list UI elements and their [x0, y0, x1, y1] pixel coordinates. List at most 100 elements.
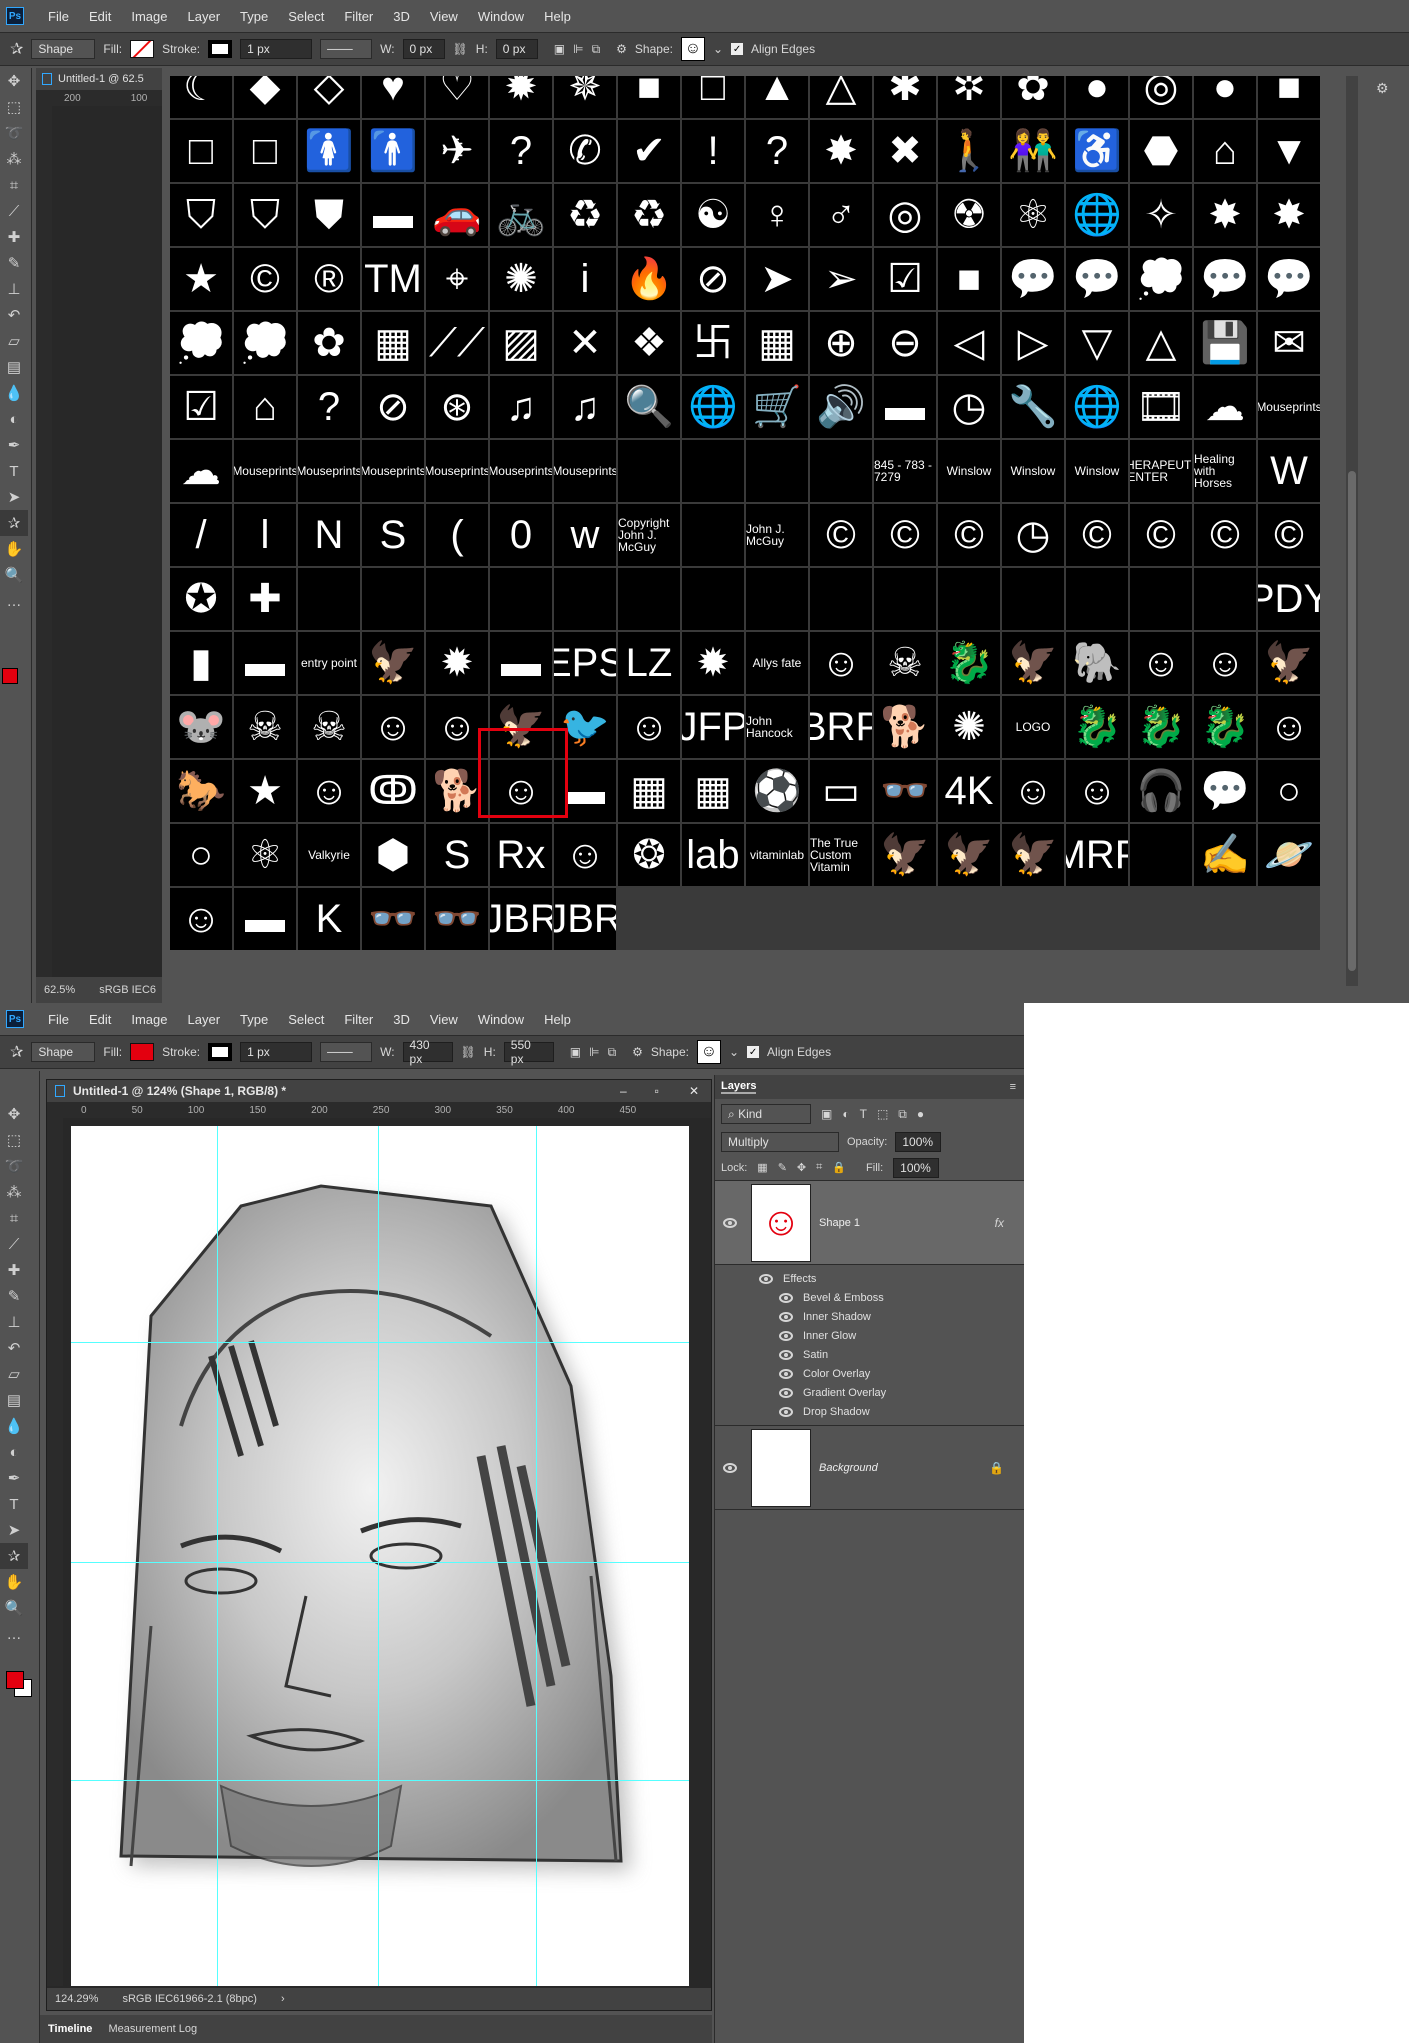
shape-picker[interactable]: ☺ — [680, 37, 705, 61]
menu-layer[interactable]: Layer — [178, 1012, 231, 1027]
shape-preset[interactable]: ▦ — [682, 760, 744, 822]
shape-preset[interactable]: ♻ — [554, 184, 616, 246]
shape-preset[interactable]: ▬ — [234, 888, 296, 950]
shape-preset[interactable]: ✈ — [426, 120, 488, 182]
shape-preset[interactable]: 💬 — [1258, 248, 1320, 310]
effect-color-overlay[interactable]: Color Overlay — [759, 1364, 1024, 1383]
menu-window[interactable]: Window — [468, 1012, 534, 1027]
stroke-width-input[interactable]: 1 px — [240, 39, 313, 59]
shape-preset[interactable]: 🚹 — [362, 120, 424, 182]
zoom-level[interactable]: 124.29% — [55, 1993, 98, 2005]
shape-preset[interactable]: ✚ — [234, 568, 296, 630]
shape-preset[interactable]: ■ — [618, 76, 680, 118]
shape-preset[interactable]: ▬ — [874, 376, 936, 438]
shape-preset[interactable] — [362, 568, 424, 630]
tool-mode-select[interactable]: Shape — [31, 39, 96, 59]
menu-edit[interactable]: Edit — [79, 1012, 121, 1027]
path-arrangement-icon[interactable]: ⧉ — [592, 42, 601, 57]
shape-preset[interactable]: ☺ — [1258, 696, 1320, 758]
height-input[interactable]: 0 px — [495, 39, 538, 59]
shape-preset[interactable]: LZ — [618, 632, 680, 694]
top-doc-tab[interactable]: Untitled-1 @ 62.5 — [36, 68, 162, 90]
healing-brush-tool-icon[interactable]: ✚ — [0, 224, 28, 250]
shape-preset[interactable]: S — [362, 504, 424, 566]
shape-preset[interactable]: ↂ — [362, 760, 424, 822]
link-icon[interactable]: ⛓ — [461, 1045, 476, 1059]
menu-select[interactable]: Select — [278, 9, 334, 24]
shape-preset[interactable]: THERAPEUTIC CENTER — [1130, 440, 1192, 502]
gear-icon[interactable]: ⚙ — [632, 1045, 643, 1059]
shape-picker-scrollbar[interactable] — [1346, 76, 1358, 986]
shape-preset[interactable]: ☢ — [938, 184, 1000, 246]
lock-all-icon[interactable]: 🔒 — [832, 1161, 846, 1174]
shape-preset[interactable]: ▦ — [618, 760, 680, 822]
pen-tool-icon[interactable]: ✒ — [0, 432, 28, 458]
guide-vertical[interactable] — [378, 1126, 379, 1986]
shape-preset[interactable]: ◎ — [1130, 76, 1192, 118]
menu-image[interactable]: Image — [121, 9, 177, 24]
path-selection-tool-icon[interactable]: ➤ — [0, 484, 28, 510]
shape-preset[interactable]: JFP — [682, 696, 744, 758]
menu-select[interactable]: Select — [278, 1012, 334, 1027]
guide-horizontal[interactable] — [71, 1780, 689, 1781]
shape-preset[interactable]: 🐘 — [1066, 632, 1128, 694]
visibility-eye-icon[interactable] — [779, 1368, 793, 1379]
shape-preset[interactable]: © — [1194, 504, 1256, 566]
eyedropper-tool-icon[interactable]: ⟋ — [0, 1231, 28, 1257]
tab-timeline[interactable]: Timeline — [48, 2023, 92, 2035]
visibility-eye-icon[interactable] — [779, 1292, 793, 1303]
shape-preset[interactable]: 🦅 — [1002, 632, 1064, 694]
menu-3d[interactable]: 3D — [383, 9, 420, 24]
menu-edit[interactable]: Edit — [79, 9, 121, 24]
shape-preset[interactable] — [874, 568, 936, 630]
shape-preset[interactable]: 🌐 — [1066, 376, 1128, 438]
shape-preset[interactable]: ⚽ — [746, 760, 808, 822]
crop-tool-icon[interactable]: ⌗ — [0, 1205, 28, 1231]
custom-shape-tool-icon[interactable]: ✰ — [10, 1042, 23, 1062]
shape-preset[interactable]: ■ — [938, 248, 1000, 310]
shape-preset[interactable]: ☺ — [170, 888, 232, 950]
align-edges-checkbox[interactable]: ✓ — [747, 1046, 760, 1058]
shape-preset[interactable]: ⌖ — [426, 248, 488, 310]
shape-preset[interactable]: Mouseprints — [554, 440, 616, 502]
effect-inner-shadow[interactable]: Inner Shadow — [759, 1307, 1024, 1326]
clone-stamp-tool-icon[interactable]: ⊥ — [0, 1309, 28, 1335]
shape-preset[interactable]: 🎞 — [1130, 376, 1192, 438]
brush-tool-icon[interactable]: ✎ — [0, 250, 28, 276]
shape-preset[interactable]: ◇ — [298, 76, 360, 118]
shape-preset[interactable]: ▮ — [170, 632, 232, 694]
shape-preset[interactable]: □ — [234, 120, 296, 182]
shape-preset[interactable]: ▬ — [234, 632, 296, 694]
shape-preset[interactable]: ⌂ — [234, 376, 296, 438]
shape-preset[interactable]: S — [426, 824, 488, 886]
shape-preset[interactable]: ☑ — [874, 248, 936, 310]
shape-preset[interactable]: ✖ — [874, 120, 936, 182]
shape-preset[interactable]: 🌐 — [1066, 184, 1128, 246]
shape-preset[interactable]: ▲ — [746, 76, 808, 118]
shape-preset[interactable]: 🦅 — [874, 824, 936, 886]
shape-preset[interactable]: ? — [490, 120, 552, 182]
shape-preset[interactable]: 🎧 — [1130, 760, 1192, 822]
shape-preset[interactable]: ⚛ — [1002, 184, 1064, 246]
shape-preset[interactable]: entry point — [298, 632, 360, 694]
shape-preset[interactable]: ☺ — [1130, 632, 1192, 694]
shape-preset[interactable]: Allys fate — [746, 632, 808, 694]
move-tool-icon[interactable]: ✥ — [0, 1101, 28, 1127]
history-brush-tool-icon[interactable]: ↶ — [0, 1335, 28, 1361]
shape-preset[interactable]: JBR — [554, 888, 616, 950]
menu-type[interactable]: Type — [230, 9, 278, 24]
shape-preset[interactable]: 845 - 783 - 7279 — [874, 440, 936, 502]
shape-preset[interactable]: The True Custom Vitamin — [810, 824, 872, 886]
stroke-swatch[interactable] — [208, 40, 233, 58]
shape-preset[interactable]: ♻ — [618, 184, 680, 246]
shape-preset[interactable] — [810, 568, 872, 630]
shape-preset[interactable] — [1130, 824, 1192, 886]
width-input[interactable]: 430 px — [402, 1038, 453, 1066]
lock-transparent-icon[interactable]: ▦ — [757, 1161, 767, 1174]
shape-preset[interactable]: © — [234, 248, 296, 310]
shape-preset[interactable]: 🐕 — [874, 696, 936, 758]
shape-preset[interactable]: Mouseprints — [1258, 376, 1320, 438]
visibility-eye-icon[interactable] — [779, 1330, 793, 1341]
shape-picker[interactable]: ☺ — [696, 1040, 721, 1064]
status-chevron-icon[interactable]: › — [281, 1993, 285, 2005]
